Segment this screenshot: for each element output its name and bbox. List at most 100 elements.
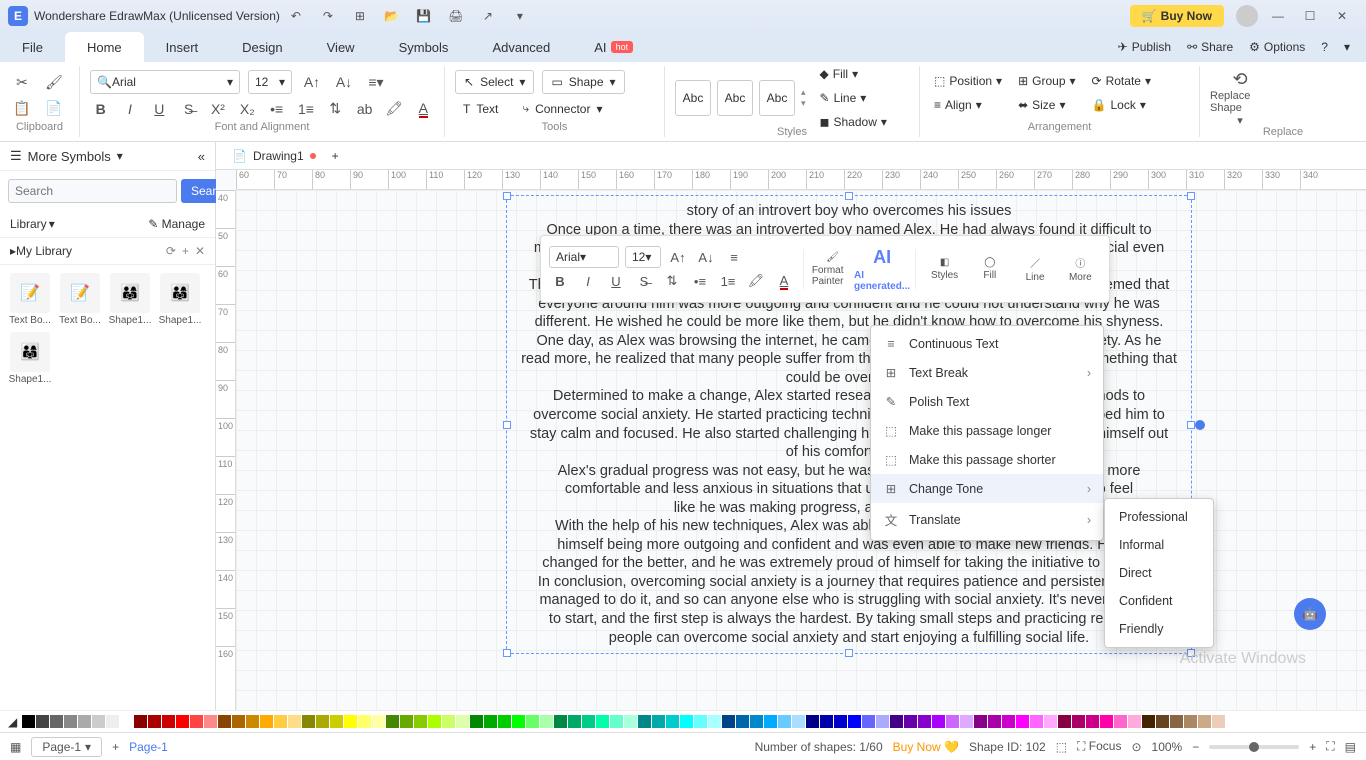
- ctx-change-tone[interactable]: ⊞Change Tone›: [871, 474, 1103, 503]
- format-painter-icon[interactable]: 🖌: [42, 70, 66, 94]
- dropdown-icon[interactable]: ▾: [504, 0, 536, 32]
- menu-file[interactable]: File: [0, 32, 65, 62]
- color-swatch[interactable]: [1100, 715, 1113, 728]
- tone-professional[interactable]: Professional: [1105, 503, 1213, 531]
- minimize-icon[interactable]: —: [1262, 0, 1294, 32]
- color-swatch[interactable]: [414, 715, 427, 728]
- style-preset-2[interactable]: Abc: [717, 80, 753, 116]
- color-swatch[interactable]: [148, 715, 161, 728]
- collapse-ribbon-icon[interactable]: ▾: [1336, 36, 1358, 58]
- hamburger-icon[interactable]: ☰: [10, 148, 22, 164]
- shape-tool[interactable]: ▭ Shape▾: [542, 70, 624, 94]
- text-tool[interactable]: T Text: [455, 97, 506, 121]
- ft-font-color-icon[interactable]: A: [773, 270, 795, 292]
- color-swatch[interactable]: [1072, 715, 1085, 728]
- color-swatch[interactable]: [1086, 715, 1099, 728]
- color-swatch[interactable]: [848, 715, 861, 728]
- resize-handle-ne[interactable]: [1187, 192, 1195, 200]
- underline-icon[interactable]: U: [149, 97, 170, 121]
- close-icon[interactable]: ✕: [1326, 0, 1358, 32]
- color-swatch[interactable]: [1044, 715, 1057, 728]
- color-swatch[interactable]: [582, 715, 595, 728]
- color-swatch[interactable]: [596, 715, 609, 728]
- refresh-icon[interactable]: ⟳: [166, 244, 176, 258]
- ft-ai-button[interactable]: AIAI generated...: [857, 247, 907, 292]
- fullscreen-icon[interactable]: ⛶: [1326, 739, 1334, 754]
- my-library-label[interactable]: My Library: [16, 244, 72, 258]
- color-swatch[interactable]: [386, 715, 399, 728]
- color-swatch[interactable]: [722, 715, 735, 728]
- color-swatch[interactable]: [1016, 715, 1029, 728]
- ft-spacing-icon[interactable]: ⇅: [661, 270, 683, 292]
- color-swatch[interactable]: [204, 715, 217, 728]
- add-tab-icon[interactable]: +: [332, 149, 339, 163]
- ctx-longer[interactable]: ⬚Make this passage longer: [871, 416, 1103, 445]
- document-tab[interactable]: 📄 Drawing1: [224, 149, 324, 163]
- strike-icon[interactable]: S̶: [178, 97, 199, 121]
- open-icon[interactable]: 📂: [376, 0, 408, 32]
- color-swatch[interactable]: [330, 715, 343, 728]
- menu-view[interactable]: View: [305, 32, 377, 62]
- color-swatch[interactable]: [64, 715, 77, 728]
- color-swatch[interactable]: [232, 715, 245, 728]
- thumb-2[interactable]: 📝Text Bo...: [58, 273, 102, 326]
- connector-tool[interactable]: ⤷ Connector▾: [514, 97, 610, 121]
- color-swatch[interactable]: [134, 715, 147, 728]
- maximize-icon[interactable]: ☐: [1294, 0, 1326, 32]
- copy-icon[interactable]: 📋: [10, 97, 34, 121]
- color-swatch[interactable]: [50, 715, 63, 728]
- ft-dec-font-icon[interactable]: A↓: [695, 246, 717, 268]
- font-size-select[interactable]: 12▾: [248, 70, 292, 94]
- fill-button[interactable]: ◆ Fill▾: [816, 63, 891, 85]
- ctx-text-break[interactable]: ⊞Text Break›: [871, 358, 1103, 387]
- bold-icon[interactable]: B: [90, 97, 111, 121]
- resize-handle-e[interactable]: [1187, 421, 1195, 429]
- more-symbols-label[interactable]: More Symbols: [28, 149, 111, 164]
- color-swatch[interactable]: [988, 715, 1001, 728]
- color-dropper-icon[interactable]: ◢: [8, 715, 17, 729]
- color-swatch[interactable]: [820, 715, 833, 728]
- color-swatch[interactable]: [708, 715, 721, 728]
- color-swatch[interactable]: [834, 715, 847, 728]
- zoom-thumb[interactable]: [1249, 742, 1259, 752]
- ft-align-icon[interactable]: ≡: [723, 246, 745, 268]
- font-color-icon[interactable]: A: [413, 97, 434, 121]
- thumb-3[interactable]: 👨‍👩‍👧Shape1...: [108, 273, 152, 326]
- menu-symbols[interactable]: Symbols: [377, 32, 471, 62]
- color-swatch[interactable]: [260, 715, 273, 728]
- collapse-sidebar-icon[interactable]: «: [198, 149, 205, 164]
- zoom-slider[interactable]: [1209, 745, 1299, 749]
- color-swatch[interactable]: [428, 715, 441, 728]
- color-swatch[interactable]: [610, 715, 623, 728]
- resize-handle-s[interactable]: [845, 649, 853, 657]
- font-name-select[interactable]: 🔍 Arial▾: [90, 70, 240, 94]
- spacing-icon[interactable]: ⇅: [325, 97, 346, 121]
- color-swatch[interactable]: [246, 715, 259, 728]
- color-swatch[interactable]: [960, 715, 973, 728]
- color-swatch[interactable]: [1170, 715, 1183, 728]
- color-swatch[interactable]: [1142, 715, 1155, 728]
- color-swatch[interactable]: [316, 715, 329, 728]
- menu-home[interactable]: Home: [65, 32, 144, 62]
- zoom-in-icon[interactable]: +: [1309, 740, 1316, 754]
- color-swatch[interactable]: [120, 715, 133, 728]
- new-icon[interactable]: ⊞: [344, 0, 376, 32]
- ft-styles[interactable]: ◧Styles: [924, 257, 965, 281]
- color-swatch[interactable]: [302, 715, 315, 728]
- color-swatch[interactable]: [540, 715, 553, 728]
- manage-link[interactable]: ✎ Manage: [148, 217, 205, 231]
- color-swatch[interactable]: [1030, 715, 1043, 728]
- color-swatch[interactable]: [1198, 715, 1211, 728]
- color-swatch[interactable]: [624, 715, 637, 728]
- color-swatch[interactable]: [1156, 715, 1169, 728]
- ft-format-painter[interactable]: 🖌Format Painter: [812, 252, 853, 287]
- color-swatch[interactable]: [890, 715, 903, 728]
- color-swatch[interactable]: [806, 715, 819, 728]
- tone-direct[interactable]: Direct: [1105, 559, 1213, 587]
- color-swatch[interactable]: [106, 715, 119, 728]
- resize-handle-sw[interactable]: [503, 649, 511, 657]
- export-icon[interactable]: ↗: [472, 0, 504, 32]
- color-swatch[interactable]: [1058, 715, 1071, 728]
- ft-bullets-icon[interactable]: •≡: [689, 270, 711, 292]
- color-swatch[interactable]: [680, 715, 693, 728]
